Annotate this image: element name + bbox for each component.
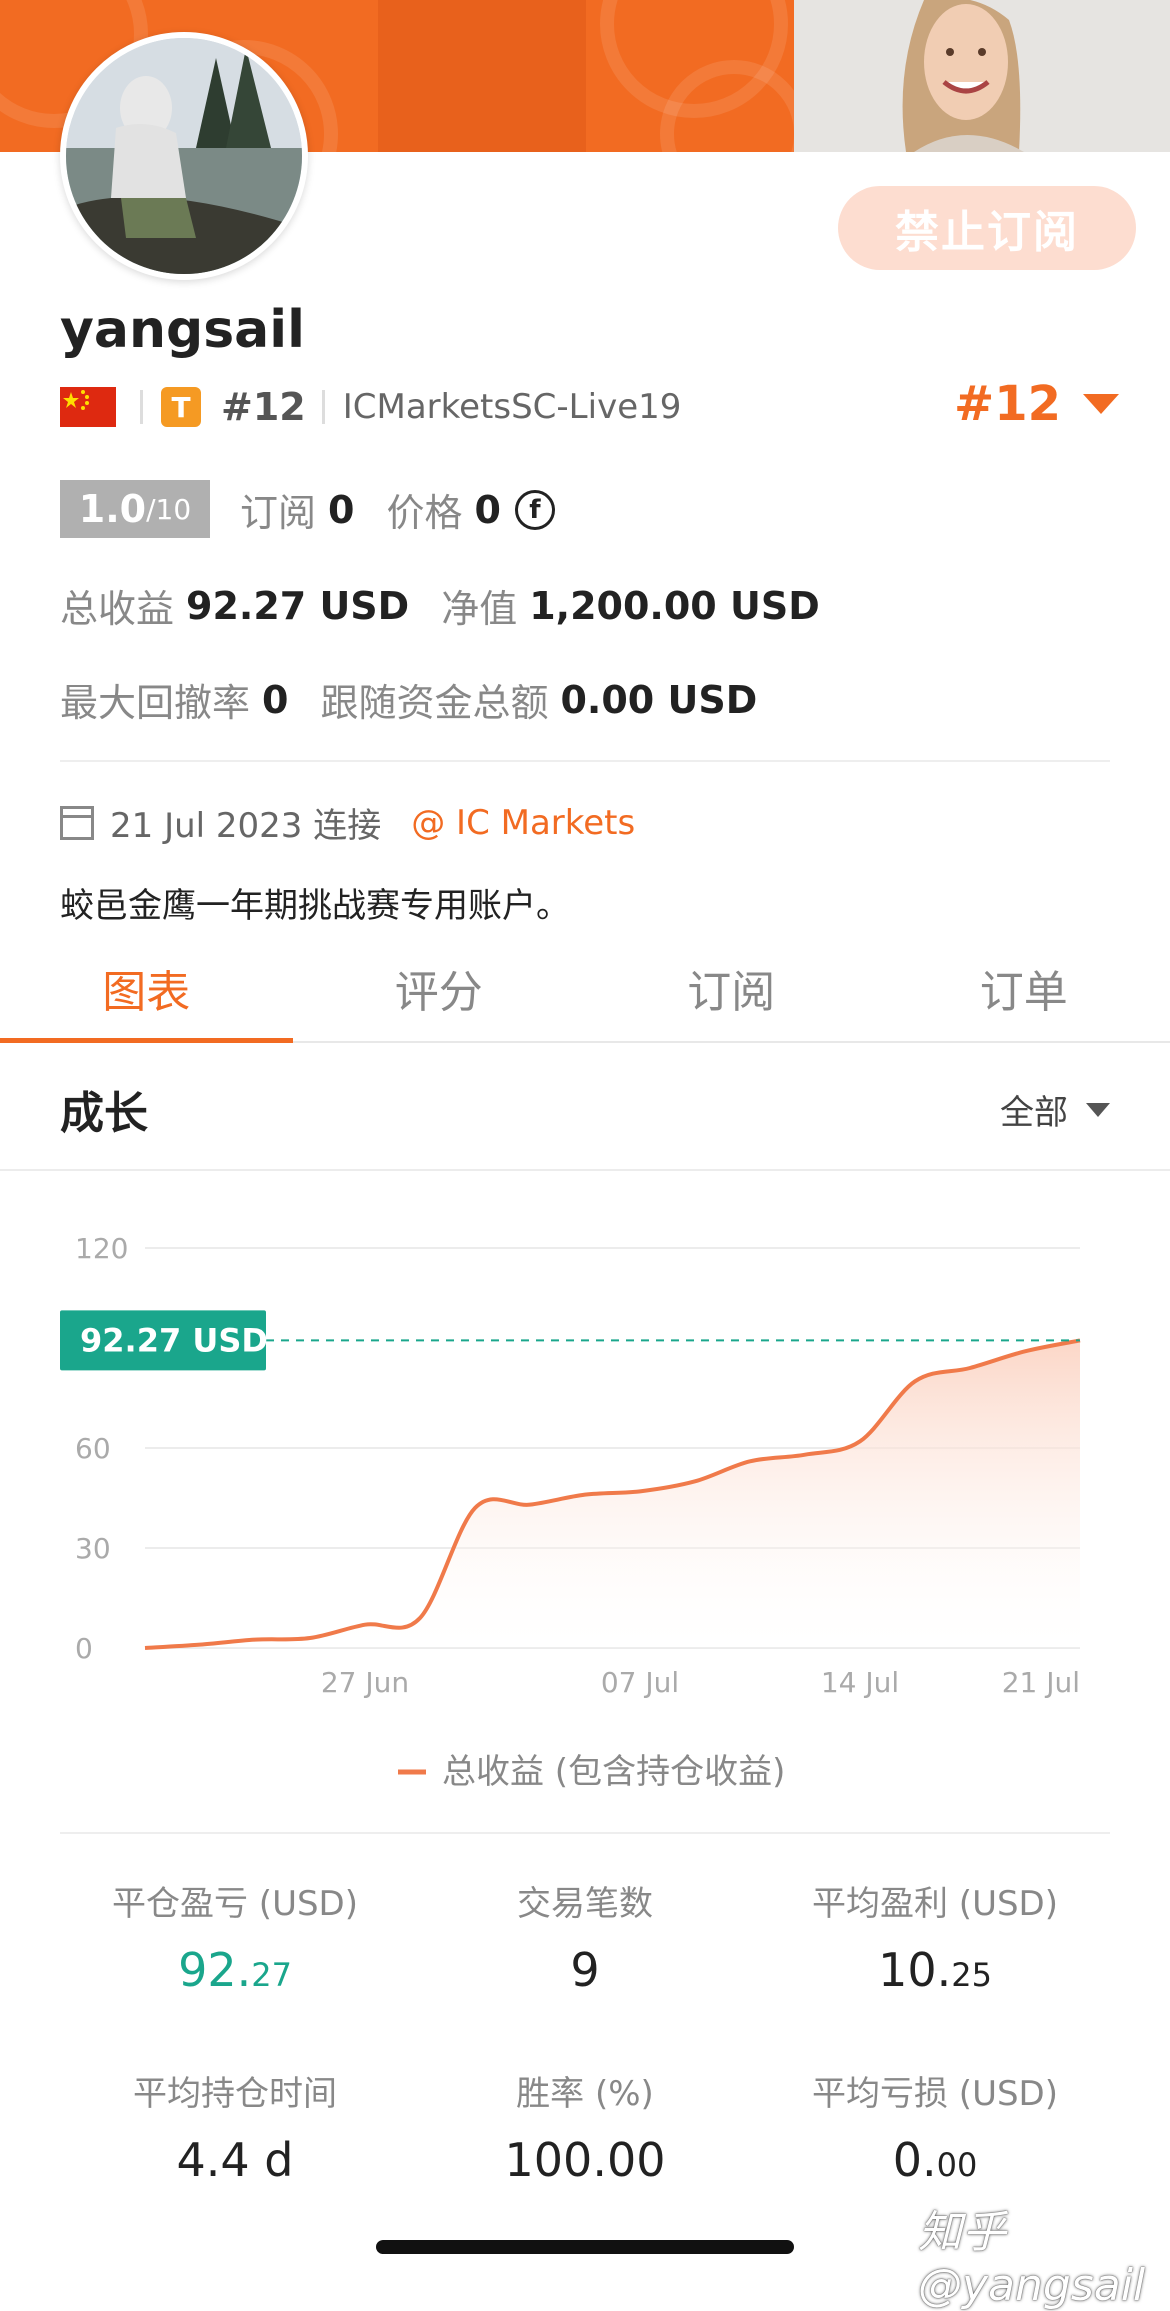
coin-icon: f (515, 490, 555, 530)
x-tick-label: 14 Jul (821, 1666, 899, 1699)
tab-rating[interactable]: 评分 (293, 935, 586, 1041)
metric-avg-loss: 平均亏损 (USD) 0.00 (760, 2066, 1110, 2187)
legend: 总收益 (包含持仓收益) (398, 1752, 785, 1792)
home-indicator[interactable] (376, 2240, 794, 2254)
range-dropdown[interactable]: 全部 (1000, 1085, 1110, 1134)
metric-label: 平均持仓时间 (60, 2066, 410, 2115)
x-tick-label: 21 Jul (1002, 1666, 1080, 1699)
woman-portrait-image (794, 0, 1170, 152)
x-tick-label: 27 Jun (321, 1666, 409, 1699)
china-flag-icon (60, 387, 116, 427)
broker-link[interactable]: @ IC Markets (411, 803, 635, 843)
current-value-label: 92.27 USD (80, 1321, 268, 1359)
growth-header: 成长 全部 (0, 1041, 1170, 1171)
metric-label: 平均亏损 (USD) (760, 2066, 1110, 2115)
metric-value: 9 (410, 1943, 760, 1997)
server-name: ICMarketsSC-Live19 (343, 387, 682, 427)
y-tick-label: 120 (75, 1232, 128, 1265)
metric-label: 平仓盈亏 (USD) (60, 1876, 410, 1925)
block-subscription-button[interactable]: 禁止订阅 (838, 186, 1136, 270)
metric-value: 10.25 (760, 1943, 1110, 1997)
connection-info: 21 Jul 2023 连接 @ IC Markets (60, 798, 635, 847)
x-axis-ticks: 27 Jun 07 Jul 14 Jul 21 Jul (321, 1666, 1080, 1699)
metric-value: 100.00 (410, 2133, 760, 2187)
y-tick-label: 0 (75, 1632, 93, 1665)
legend-label: 总收益 (包含持仓收益) (442, 1752, 785, 1792)
equity-label: 净值 (441, 578, 517, 633)
watermark: 知乎 @yangsail (918, 2196, 1170, 2311)
divider (60, 760, 1110, 762)
growth-chart: 120 60 30 0 27 Jun 07 Jul 14 Jul 21 Jul 92.27 … (0, 1200, 1170, 1820)
account-description: 蛟邑金鹰一年期挑战赛专用账户。 (60, 878, 570, 927)
metric-label: 交易笔数 (410, 1876, 760, 1925)
caret-down-icon (1083, 394, 1119, 414)
metric-value: 4.4 d (60, 2133, 410, 2187)
banner-photo (794, 0, 1170, 152)
score-value: 1.0 (79, 487, 146, 531)
score-badge: 1.0/10 (60, 480, 210, 538)
tab-orders[interactable]: 订单 (878, 935, 1170, 1041)
subscribe-value: 0 (328, 488, 354, 532)
metric-value: 0.00 (760, 2133, 1110, 2187)
subscribe-price-line: 订阅 0 价格 0 f (240, 482, 555, 537)
tab-chart[interactable]: 图表 (0, 935, 293, 1041)
metric-avg-hold-time: 平均持仓时间 4.4 d (60, 2066, 410, 2187)
x-tick-label: 07 Jul (601, 1666, 679, 1699)
price-label: 价格 (386, 482, 462, 537)
caret-down-icon (1086, 1103, 1110, 1117)
tab-bar: 图表 评分 订阅 订单 (0, 935, 1170, 1043)
metric-label: 平均盈利 (USD) (760, 1876, 1110, 1925)
y-tick-label: 30 (75, 1532, 111, 1565)
rank-big-label: #12 (954, 376, 1061, 432)
metric-closed-pnl: 平仓盈亏 (USD) 92.27 (60, 1876, 410, 1997)
max-drawdown-value: 0 (262, 678, 288, 722)
subscribe-label: 订阅 (240, 482, 316, 537)
follow-funds-value: 0.00 USD (560, 678, 757, 722)
badge-row: T #12 ICMarketsSC-Live19 (60, 382, 681, 432)
score-max: /10 (146, 493, 191, 526)
metric-win-rate: 胜率 (%) 100.00 (410, 2066, 760, 2187)
avatar-photo (66, 38, 302, 274)
separator (322, 390, 325, 424)
drawdown-line: 最大回撤率 0 跟随资金总额 0.00 USD (60, 672, 789, 727)
calendar-icon (60, 806, 94, 840)
total-profit-value: 92.27 USD (186, 584, 409, 628)
metric-avg-profit: 平均盈利 (USD) 10.25 (760, 1876, 1110, 1997)
connected-date: 21 Jul 2023 连接 (110, 798, 381, 847)
range-label: 全部 (1000, 1085, 1068, 1134)
metric-value: 92.27 (60, 1943, 410, 1997)
price-value: 0 (474, 488, 500, 532)
separator (140, 390, 143, 424)
equity-value: 1,200.00 USD (529, 584, 820, 628)
divider (60, 1832, 1110, 1834)
tab-subscription[interactable]: 订阅 (585, 935, 878, 1041)
rank-dropdown[interactable]: #12 (954, 376, 1119, 432)
max-drawdown-label: 最大回撤率 (60, 672, 250, 727)
total-profit-label: 总收益 (60, 578, 174, 633)
profit-equity-line: 总收益 92.27 USD 净值 1,200.00 USD (60, 578, 852, 633)
y-axis-ticks: 120 60 30 0 (75, 1232, 128, 1665)
tier-badge-icon: T (161, 387, 201, 427)
username: yangsail (60, 300, 305, 360)
follow-funds-label: 跟随资金总额 (320, 672, 548, 727)
metric-trade-count: 交易笔数 9 (410, 1876, 760, 1997)
user-avatar[interactable] (60, 32, 308, 280)
metric-label: 胜率 (%) (410, 2066, 760, 2115)
rank-small: #12 (221, 385, 306, 429)
growth-title: 成长 (60, 1077, 148, 1141)
y-tick-label: 60 (75, 1432, 111, 1465)
